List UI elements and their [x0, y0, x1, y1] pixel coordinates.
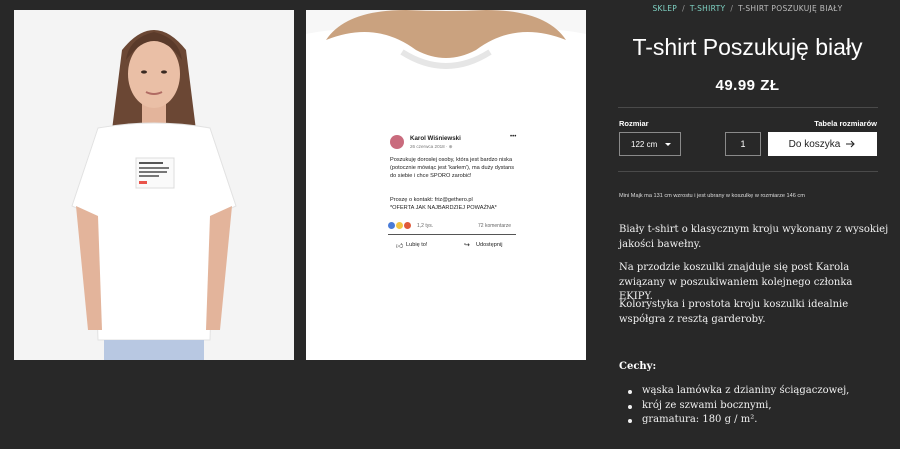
breadcrumb: SKLEP / T-SHIRTY / T-SHIRT POSZUKUJĘ BIAŁY	[600, 4, 895, 13]
post-reactions-count: 1,2 tys.	[417, 223, 434, 229]
breadcrumb-home[interactable]: SKLEP	[652, 4, 677, 13]
product-price: 49.99 ZŁ	[715, 77, 780, 94]
post-avatar	[390, 135, 404, 149]
size-select-value: 122 cm	[631, 139, 658, 149]
size-note: Mini Majk ma 131 cm wzrostu i jest ubran…	[619, 193, 805, 199]
feature-item: gramatura: 180 g / m².	[628, 413, 882, 428]
post-comments-count: 72 komentarze	[478, 223, 512, 229]
breadcrumb-current: T-SHIRT POSZUKUJĘ BIAŁY	[738, 4, 843, 13]
arrow-right-icon	[846, 140, 856, 148]
post-date: 26 czerwca 2018 · ⊕	[410, 144, 453, 149]
features-list: wąska lamówka z dzianiny ściągaczowej, k…	[628, 384, 882, 428]
product-photo-model[interactable]	[14, 10, 294, 360]
breadcrumb-separator: /	[682, 4, 685, 13]
size-select[interactable]: 122 cm	[619, 132, 681, 156]
caret-down-icon	[665, 143, 671, 146]
like-icon: 👍︎	[396, 243, 404, 250]
add-to-cart-label: Do koszyka	[788, 138, 841, 150]
post-body: Poszukuję dorosłej osoby, która jest bar…	[390, 157, 514, 179]
shirt-print-post: Karol Wiśniewski 26 czerwca 2018 · ⊕ Pos…	[384, 132, 524, 262]
model-illustration	[14, 10, 294, 360]
divider	[618, 107, 878, 108]
product-photo-closeup[interactable]: Karol Wiśniewski 26 czerwca 2018 · ⊕ Pos…	[306, 10, 586, 360]
reaction-icons	[388, 222, 411, 229]
product-panel: SKLEP / T-SHIRTY / T-SHIRT POSZUKUJĘ BIAŁY T…	[600, 0, 900, 449]
features-title: Cechy:	[619, 361, 657, 372]
share-icon: ↪	[464, 242, 470, 249]
description-paragraph: Kolorystyka i prostota kroju koszulki id…	[619, 299, 849, 325]
size-table-link[interactable]: Tabela rozmiarów	[800, 119, 877, 128]
feature-item: wąska lamówka z dzianiny ściągaczowej,	[628, 384, 882, 399]
size-label: Rozmiar	[619, 119, 649, 128]
quantity-input[interactable]: 1	[725, 132, 761, 156]
divider	[618, 171, 878, 172]
post-share-label: Udostępnij	[476, 242, 503, 248]
more-icon: •••	[510, 134, 517, 140]
breadcrumb-separator: /	[730, 4, 734, 13]
post-divider	[388, 234, 516, 235]
feature-item: krój ze szwami bocznymi,	[628, 399, 882, 414]
post-contact: Proszę o kontakt: friz@gethero.pl	[390, 197, 473, 203]
post-author: Karol Wiśniewski	[410, 135, 461, 142]
post-tagline: *OFERTA JAK NAJBARDZIEJ POWAŻNA*	[390, 205, 497, 211]
breadcrumb-category[interactable]: T-SHIRTY	[690, 4, 725, 13]
post-like-label: Lubię to!	[406, 242, 428, 248]
description-paragraph: Biały t-shirt o klasycznym kroju wykonan…	[619, 224, 889, 250]
add-to-cart-button[interactable]: Do koszyka	[768, 132, 877, 156]
page-title: T-shirt Poszukuję biały	[632, 34, 863, 60]
